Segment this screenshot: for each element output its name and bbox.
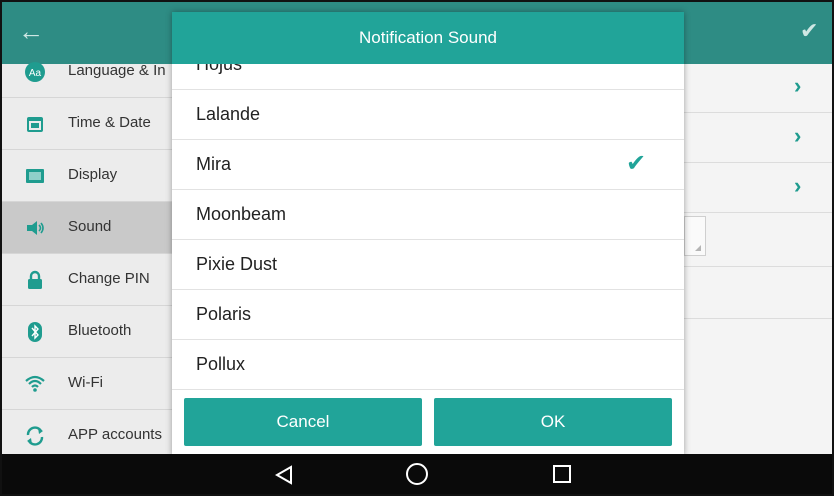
dialog-header: Notification Sound (172, 12, 684, 64)
settings-content: › › › (684, 64, 832, 454)
sidebar-item-label: Bluetooth (68, 322, 132, 339)
option-label: Lalande (196, 104, 261, 124)
sidebar-item-label: Time & Date (68, 114, 151, 131)
option-label: Moonbeam (196, 204, 287, 224)
sidebar-item-bluetooth[interactable]: Bluetooth (2, 306, 172, 358)
chevron-right-icon[interactable]: › (794, 175, 808, 197)
selected-check-icon: ✔ (626, 150, 647, 177)
divider (684, 318, 832, 319)
chevron-right-icon[interactable]: › (794, 125, 808, 147)
speaker-icon (24, 217, 46, 239)
language-icon: Aa (24, 61, 46, 83)
chevron-right-icon[interactable]: › (794, 75, 808, 97)
settings-sidebar: Aa Language & In Time & Date Display Sou… (2, 62, 172, 462)
nav-back-icon[interactable] (274, 465, 294, 490)
dialog-title: Notification Sound (359, 28, 497, 47)
calendar-icon (24, 113, 46, 135)
sidebar-item-label: Display (68, 166, 118, 183)
sidebar-item-time-date[interactable]: Time & Date (2, 98, 172, 150)
svg-text:Aa: Aa (29, 68, 42, 79)
option-label: Pollux (196, 354, 246, 374)
sidebar-item-label: Change PIN (68, 270, 150, 287)
divider (684, 266, 832, 267)
sync-icon (24, 425, 46, 447)
divider (684, 212, 832, 213)
nav-recent-icon[interactable] (553, 465, 571, 483)
sidebar-item-wifi[interactable]: Wi-Fi (2, 358, 172, 410)
option-label: Pixie Dust (196, 254, 278, 274)
sidebar-item-label: Language & In (68, 62, 166, 79)
sidebar-item-display[interactable]: Display (2, 150, 172, 202)
list-item[interactable]: Pollux (172, 340, 684, 390)
list-item[interactable]: Hojus (172, 64, 684, 90)
option-label: Polaris (196, 304, 252, 324)
list-item[interactable]: Mira ✔ (172, 140, 684, 190)
list-item[interactable]: Pixie Dust (172, 240, 684, 290)
dropdown-box[interactable] (684, 216, 706, 256)
divider (684, 162, 832, 163)
option-label: Hojus (196, 64, 243, 74)
navigation-bar (2, 454, 832, 494)
phone-screen: ← ✔ Aa Language & In Time & Date Display (0, 0, 834, 496)
sidebar-item-label: Sound (68, 218, 112, 235)
sidebar-item-label: APP accounts (68, 426, 162, 443)
sidebar-item-change-pin[interactable]: Change PIN (2, 254, 172, 306)
list-item[interactable]: Lalande (172, 90, 684, 140)
display-icon (24, 165, 46, 187)
checkmark-icon[interactable]: ✔ (800, 18, 826, 44)
ok-button[interactable]: OK (434, 398, 672, 446)
option-label: Mira (196, 154, 231, 174)
notification-sound-dialog: Notification Sound Hojus Lalande Mira ✔ … (172, 12, 684, 456)
list-item[interactable]: Polaris (172, 290, 684, 340)
list-item[interactable]: Moonbeam (172, 190, 684, 240)
cancel-button[interactable]: Cancel (184, 398, 422, 446)
lock-icon (24, 269, 46, 291)
sound-list[interactable]: Hojus Lalande Mira ✔ Moonbeam Pixie Dust… (172, 64, 684, 390)
divider (684, 112, 832, 113)
wifi-icon (24, 373, 46, 395)
sidebar-item-label: Wi-Fi (68, 374, 103, 391)
nav-home-icon[interactable] (406, 463, 428, 485)
sidebar-item-sound[interactable]: Sound (2, 202, 172, 254)
bluetooth-icon (24, 321, 46, 343)
back-arrow-icon[interactable]: ← (18, 16, 48, 46)
sidebar-item-language[interactable]: Aa Language & In (2, 46, 172, 98)
